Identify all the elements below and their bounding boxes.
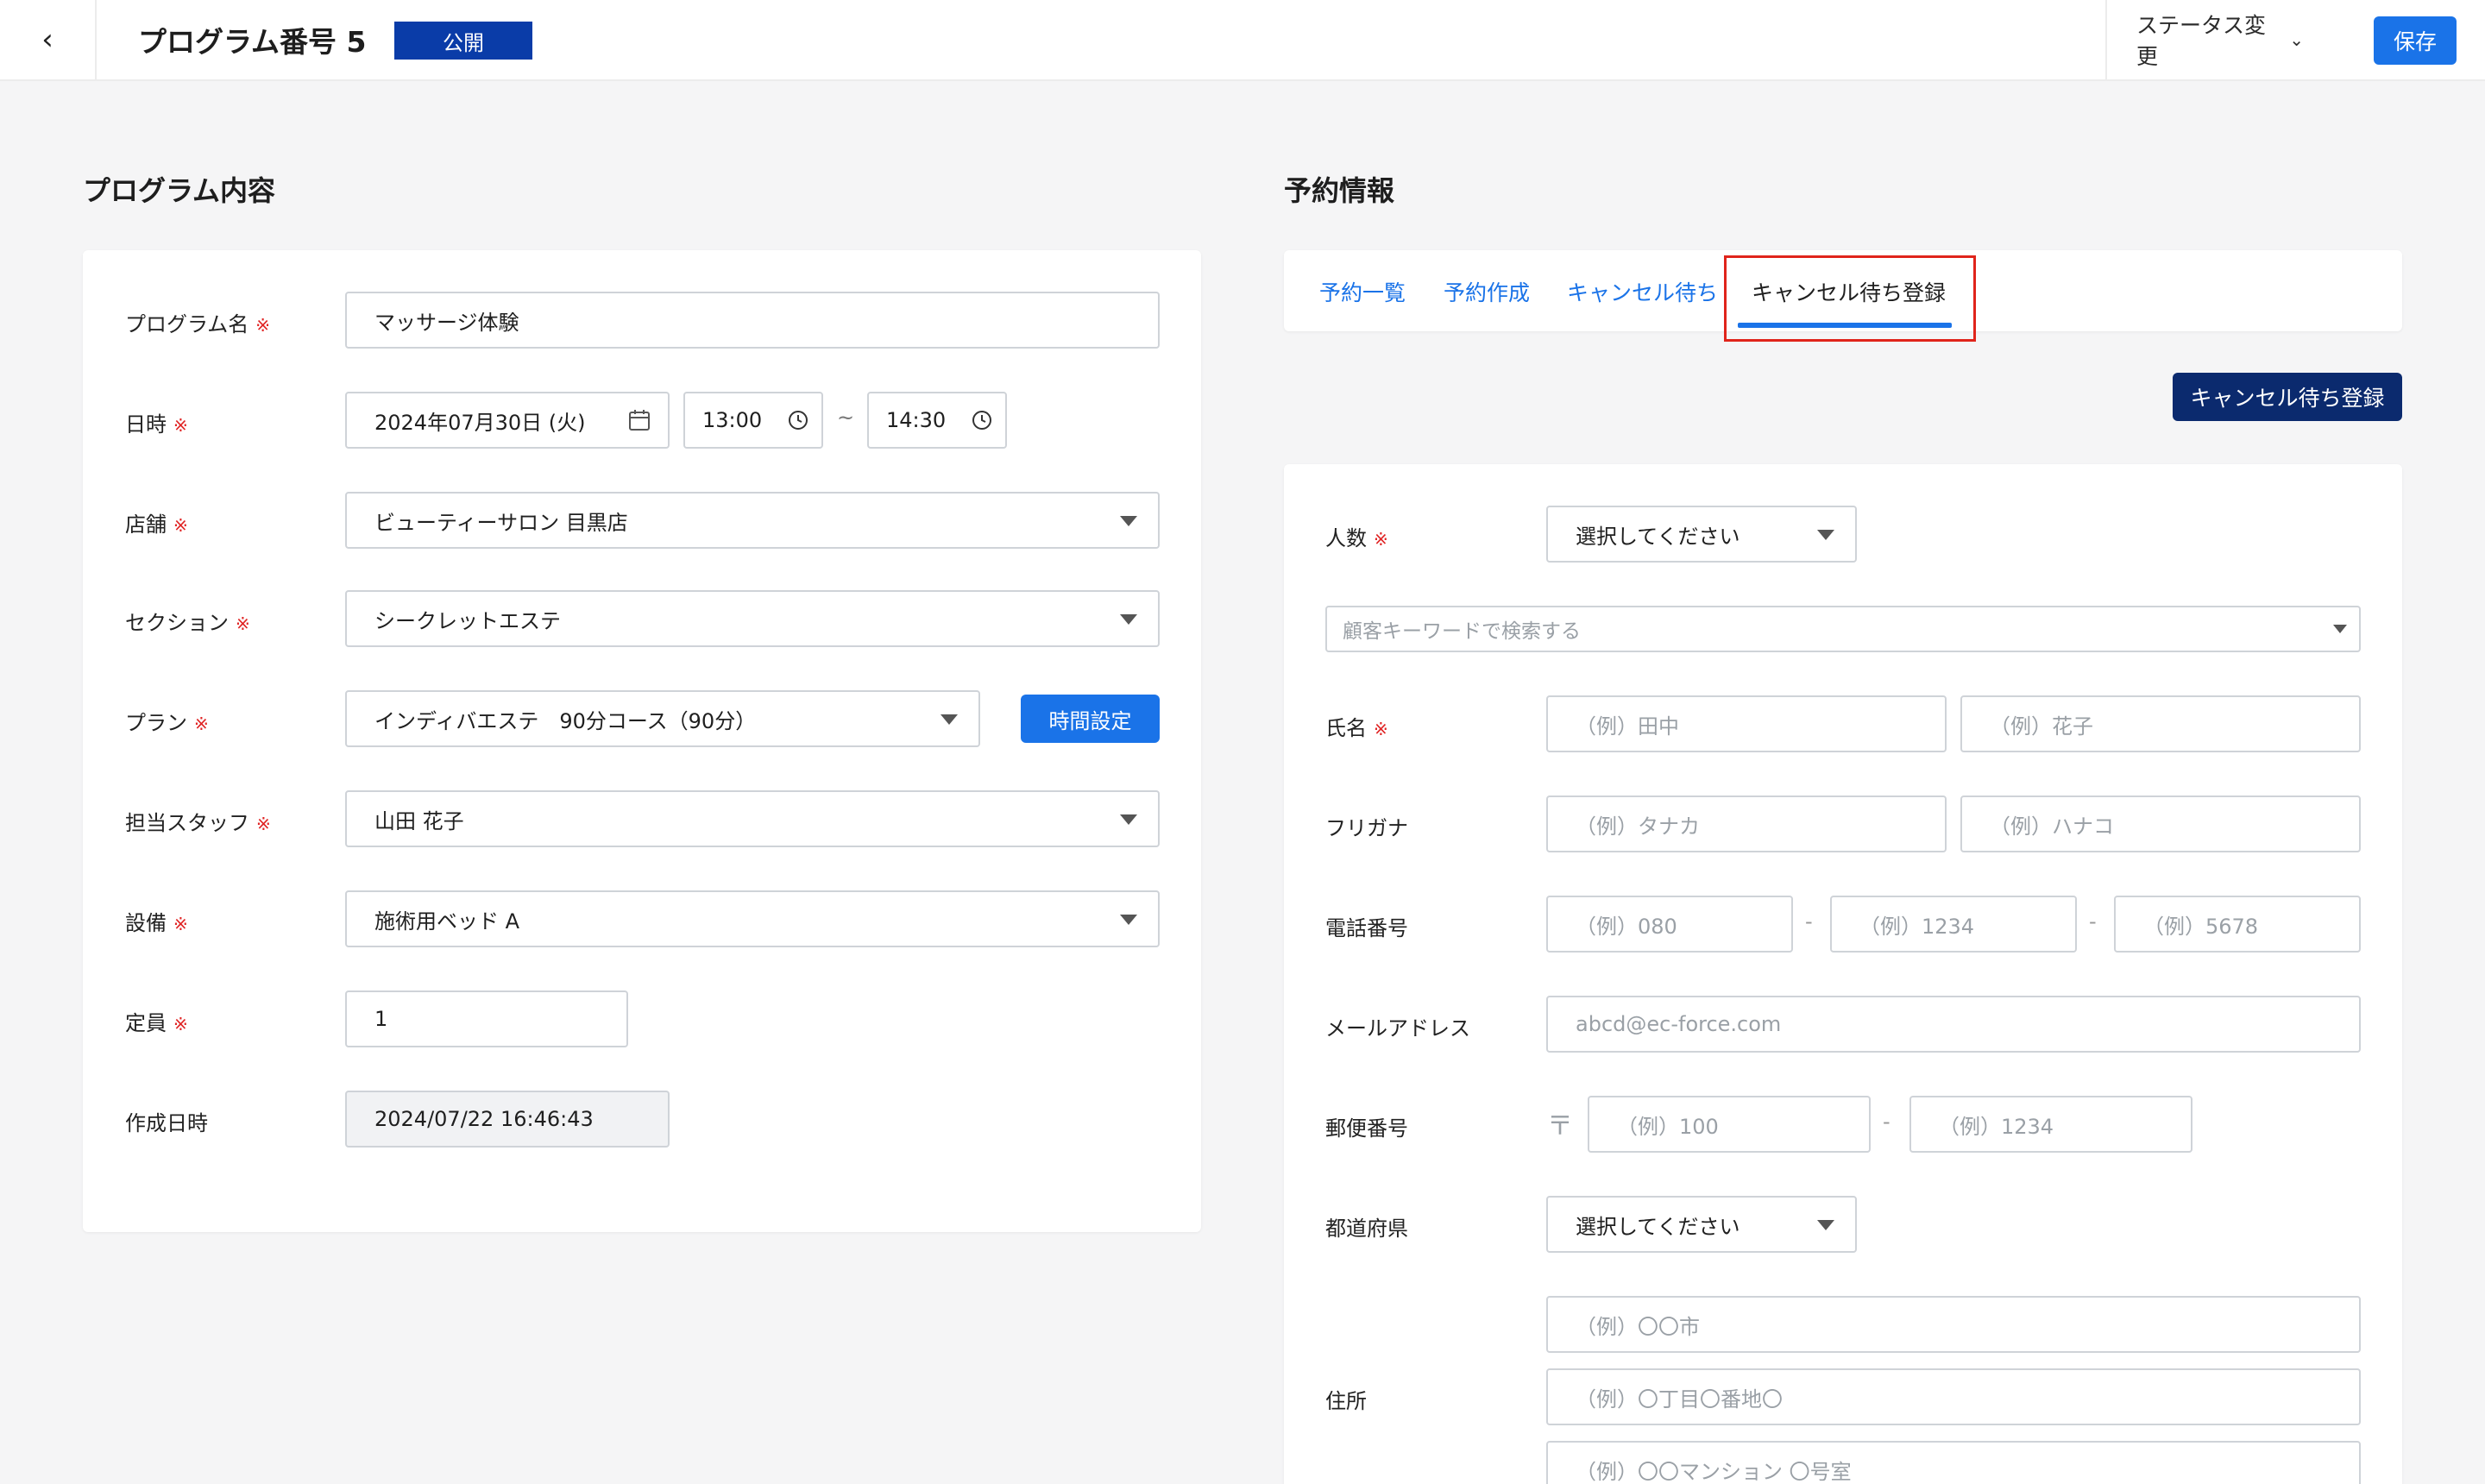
required-mark: ※: [194, 714, 209, 734]
kana-label: フリガナ: [1325, 816, 1408, 840]
program-name-input[interactable]: マッサージ体験: [345, 292, 1160, 349]
highlight-annotation: [1724, 255, 1976, 342]
chevron-left-icon: ‹: [41, 22, 53, 57]
status-change-label: ステータス変更: [2136, 13, 2267, 69]
plan-label: プラン ※: [125, 711, 209, 735]
date-picker[interactable]: 2024年07月30日 (火): [345, 392, 670, 449]
postal-separator: -: [1883, 1110, 1890, 1134]
postal-part2-input[interactable]: （例）1234: [1909, 1096, 2192, 1153]
store-select[interactable]: ビューティーサロン 目黒店: [345, 492, 1160, 549]
address-line3-input[interactable]: （例）〇〇マンション 〇号室: [1546, 1441, 2361, 1484]
capacity-label: 定員 ※: [125, 1011, 188, 1035]
postal-part1-input[interactable]: （例）100: [1588, 1096, 1871, 1153]
required-mark: ※: [256, 814, 271, 834]
required-mark: ※: [173, 1014, 188, 1034]
caret-down-icon: [1120, 614, 1137, 625]
calendar-icon: [629, 410, 650, 431]
capacity-input[interactable]: 1: [345, 990, 628, 1047]
tab-reservation-list[interactable]: 予約一覧: [1319, 276, 1406, 307]
plan-select[interactable]: インディバエステ 90分コース（90分）: [345, 690, 980, 747]
prefecture-select[interactable]: 選択してください: [1546, 1196, 1857, 1253]
tab-reservation-create[interactable]: 予約作成: [1444, 276, 1530, 307]
section-select[interactable]: シークレットエステ: [345, 590, 1160, 647]
end-time-picker[interactable]: 14:30: [867, 392, 1007, 449]
waitlist-register-button[interactable]: キャンセル待ち登録: [2173, 373, 2402, 421]
postal-mark-icon: 〒: [1547, 1111, 1573, 1141]
caret-down-icon: [1120, 814, 1137, 825]
chevron-down-icon: ⌄: [2289, 29, 2304, 50]
phone-separator: -: [1805, 909, 1813, 934]
address-line1-input[interactable]: （例）〇〇市: [1546, 1296, 2361, 1353]
status-badge: 公開: [394, 22, 532, 60]
required-mark: ※: [173, 515, 188, 536]
section-label: セクション ※: [125, 611, 250, 635]
first-name-input[interactable]: （例）花子: [1960, 695, 2361, 752]
caret-down-icon: [1120, 915, 1137, 925]
staff-select[interactable]: 山田 花子: [345, 790, 1160, 847]
tab-waitlist[interactable]: キャンセル待ち: [1567, 276, 1718, 307]
datetime-label: 日時 ※: [125, 412, 188, 437]
created-at-label: 作成日時: [125, 1111, 208, 1135]
caret-down-icon: [2333, 625, 2347, 633]
phone-separator: -: [2089, 909, 2097, 934]
required-mark: ※: [173, 415, 188, 436]
people-label: 人数 ※: [1325, 526, 1388, 550]
name-label: 氏名 ※: [1325, 716, 1388, 740]
first-name-kana-input[interactable]: （例）ハナコ: [1960, 795, 2361, 852]
caret-down-icon: [941, 714, 958, 725]
equipment-select[interactable]: 施術用ベッド A: [345, 890, 1160, 947]
required-mark: ※: [255, 315, 271, 336]
save-button[interactable]: 保存: [2374, 16, 2457, 65]
required-mark: ※: [173, 914, 188, 934]
status-change-dropdown[interactable]: ステータス変更 ⌄: [2105, 0, 2304, 79]
required-mark: ※: [1374, 529, 1388, 550]
customer-search-select[interactable]: 顧客キーワードで検索する: [1325, 606, 2361, 652]
caret-down-icon: [1120, 516, 1137, 526]
postal-label: 郵便番号: [1325, 1116, 1408, 1141]
clock-icon: [789, 411, 808, 430]
time-separator: ~: [837, 406, 855, 430]
phone-label: 電話番号: [1325, 916, 1408, 940]
reservation-section-title: 予約情報: [1284, 174, 1395, 207]
phone-part2-input[interactable]: （例）1234: [1830, 896, 2077, 953]
program-section-title: プログラム内容: [83, 174, 276, 207]
required-mark: ※: [1374, 719, 1388, 739]
back-button[interactable]: ‹: [0, 0, 97, 79]
clock-icon: [972, 411, 991, 430]
address-line2-input[interactable]: （例）〇丁目〇番地〇: [1546, 1368, 2361, 1425]
required-mark: ※: [236, 613, 250, 634]
caret-down-icon: [1817, 530, 1834, 540]
store-label: 店舗 ※: [125, 512, 188, 537]
program-name-label: プログラム名 ※: [125, 312, 271, 336]
phone-part1-input[interactable]: （例）080: [1546, 896, 1793, 953]
created-at-field: 2024/07/22 16:46:43: [345, 1091, 670, 1148]
top-header: ‹ プログラム番号 5 公開 ステータス変更 ⌄ 保存: [0, 0, 2485, 81]
phone-part3-input[interactable]: （例）5678: [2114, 896, 2361, 953]
caret-down-icon: [1817, 1220, 1834, 1230]
last-name-input[interactable]: （例）田中: [1546, 695, 1947, 752]
equipment-label: 設備 ※: [125, 911, 188, 935]
email-label: メールアドレス: [1325, 1016, 1470, 1041]
start-time-picker[interactable]: 13:00: [683, 392, 823, 449]
people-select[interactable]: 選択してください: [1546, 506, 1857, 563]
page-title: プログラム番号 5: [138, 25, 367, 59]
last-name-kana-input[interactable]: （例）タナカ: [1546, 795, 1947, 852]
staff-label: 担当スタッフ ※: [125, 811, 271, 835]
prefecture-label: 都道府県: [1325, 1217, 1408, 1241]
time-setting-button[interactable]: 時間設定: [1021, 695, 1160, 743]
email-input[interactable]: abcd@ec-force.com: [1546, 996, 2361, 1053]
address-label: 住所: [1325, 1389, 1367, 1413]
